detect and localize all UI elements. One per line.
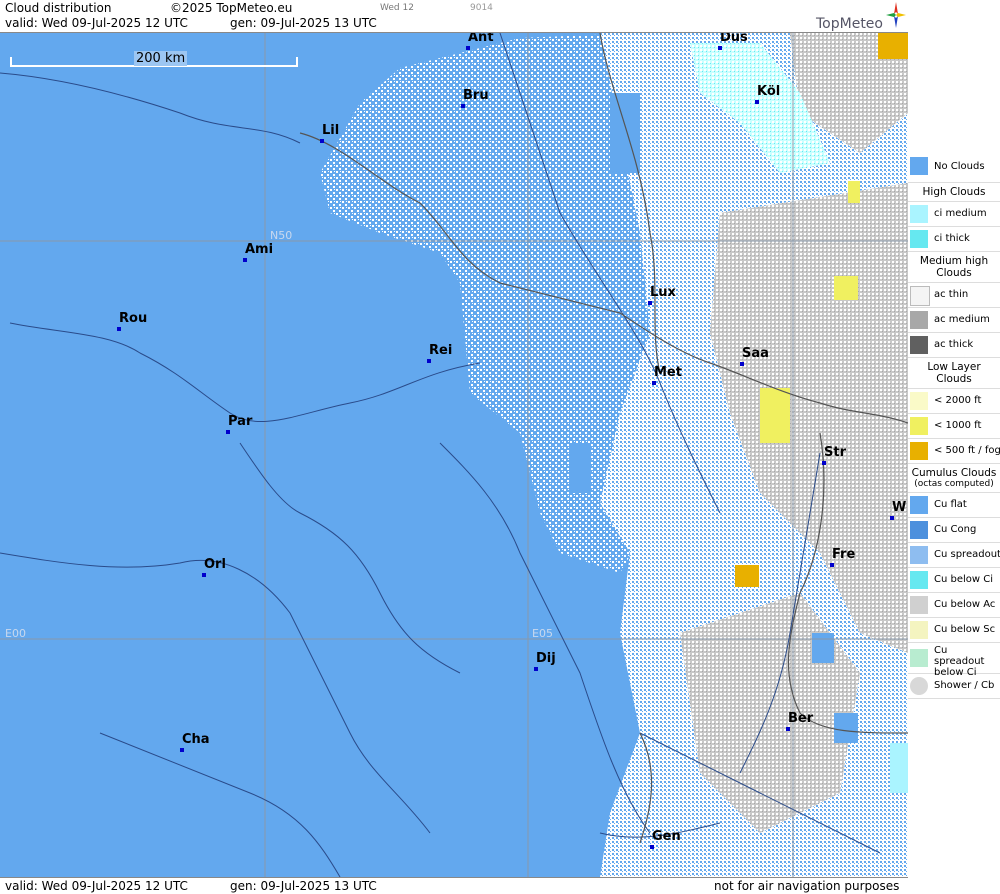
city-label: Lil xyxy=(322,123,340,138)
city-marker xyxy=(755,100,759,104)
city-label: Dij xyxy=(536,651,556,666)
legend-cu-below-ac: Cu below Ac xyxy=(908,593,1000,618)
city-marker xyxy=(226,430,230,434)
city-marker xyxy=(461,104,465,108)
footer-bar: valid: Wed 09-Jul-2025 12 UTC gen: 09-Ju… xyxy=(0,877,908,894)
footer-gen: gen: 09-Jul-2025 13 UTC xyxy=(230,879,377,893)
legend-ac-thick: ac thick xyxy=(908,333,1000,358)
city-marker xyxy=(648,301,652,305)
grid-label-e05: E05 xyxy=(532,627,553,640)
legend-cu-cong: Cu Cong xyxy=(908,518,1000,543)
city-label: Orl xyxy=(204,557,226,572)
city-marker xyxy=(650,845,654,849)
compass-icon xyxy=(886,2,906,28)
city-marker xyxy=(786,727,790,731)
legend-low-2000: < 2000 ft xyxy=(908,389,1000,414)
scale-label: 200 km xyxy=(134,51,188,66)
city-marker xyxy=(180,748,184,752)
city-marker xyxy=(822,461,826,465)
ci-area-se xyxy=(890,743,908,793)
legend-panel: No Clouds High Clouds ci medium ci thick… xyxy=(908,150,1000,699)
city-marker xyxy=(890,516,894,520)
legend-ci-thick: ci thick xyxy=(908,227,1000,252)
city-label: Düs xyxy=(720,33,748,45)
low-cloud-1000ft xyxy=(760,388,790,443)
legend-low-head: Low Layer Clouds xyxy=(908,358,1000,389)
legend-shower: Shower / Cb xyxy=(908,674,1000,699)
city-label: Lux xyxy=(650,285,676,300)
city-marker xyxy=(243,258,247,262)
legend-ci-medium: ci medium xyxy=(908,202,1000,227)
legend-cu-below-sc: Cu below Sc xyxy=(908,618,1000,643)
city-marker xyxy=(202,573,206,577)
grid-label-e00: E00 xyxy=(5,627,26,640)
city-label: Saa xyxy=(742,346,769,361)
city-label: Ant xyxy=(468,33,494,45)
day-tab[interactable]: Wed 12 xyxy=(380,3,414,13)
city-marker xyxy=(830,563,834,567)
header-bar: Cloud distribution ©2025 TopMeteo.eu Wed… xyxy=(0,0,908,33)
city-marker xyxy=(740,362,744,366)
legend-ac-thin: ac thin xyxy=(908,283,1000,308)
city-label: Fre xyxy=(832,547,856,562)
city-marker xyxy=(718,46,722,50)
legend-cu-below-ci: Cu below Ci xyxy=(908,568,1000,593)
footer-valid: valid: Wed 09-Jul-2025 12 UTC xyxy=(5,879,188,893)
city-label: Rei xyxy=(429,343,453,358)
map-title: Cloud distribution xyxy=(5,1,112,15)
city-label: Bru xyxy=(463,88,489,103)
city-label: Gen xyxy=(652,829,681,844)
legend-low-500: < 500 ft / fog xyxy=(908,439,1000,464)
cloud-map[interactable]: N50 E00 E05 200 km Ant Düs Bru Köl Lil Ami Lux… xyxy=(0,33,908,877)
no-clouds-swatch xyxy=(910,157,928,175)
topmeteo-logo: TopMeteo xyxy=(816,2,906,32)
fog-area-2 xyxy=(878,33,908,59)
city-marker xyxy=(466,46,470,50)
gen-time: gen: 09-Jul-2025 13 UTC xyxy=(230,16,377,30)
city-label: Par xyxy=(228,414,253,429)
city-label: Köl xyxy=(757,84,781,99)
product-code: 9014 xyxy=(470,3,493,13)
fog-area-1 xyxy=(735,565,759,587)
city-label: W xyxy=(892,500,907,515)
city-label: Rou xyxy=(119,311,148,326)
legend-medium-head: Medium high Clouds xyxy=(908,252,1000,283)
city-label: Ber xyxy=(788,711,814,726)
legend-cu-flat: Cu flat xyxy=(908,493,1000,518)
city-label: Str xyxy=(824,445,846,460)
valid-time: valid: Wed 09-Jul-2025 12 UTC xyxy=(5,16,188,30)
city-marker xyxy=(427,359,431,363)
city-marker xyxy=(534,667,538,671)
grid-label-n50: N50 xyxy=(270,229,293,242)
legend-low-1000: < 1000 ft xyxy=(908,414,1000,439)
city-marker xyxy=(320,139,324,143)
city-marker xyxy=(652,381,656,385)
low-cloud-1000ft-3 xyxy=(848,181,860,203)
legend-ac-medium: ac medium xyxy=(908,308,1000,333)
city-marker xyxy=(117,327,121,331)
legend-no-clouds: No Clouds xyxy=(908,150,1000,183)
city-label: Cha xyxy=(182,732,210,747)
scale-bar: 200 km xyxy=(10,51,298,69)
copyright: ©2025 TopMeteo.eu xyxy=(170,1,293,15)
legend-cu-spreadout-ci: Cu spreadout below Ci xyxy=(908,643,1000,678)
legend-high-head: High Clouds xyxy=(908,183,1000,202)
legend-cu-head: Cumulus Clouds (octas computed) xyxy=(908,464,1000,493)
footer-disclaimer: not for air navigation purposes xyxy=(714,879,900,893)
low-cloud-1000ft-2 xyxy=(834,276,858,300)
legend-cu-spreadout: Cu spreadout xyxy=(908,543,1000,568)
city-label: Met xyxy=(654,365,682,380)
city-label: Ami xyxy=(245,242,274,257)
